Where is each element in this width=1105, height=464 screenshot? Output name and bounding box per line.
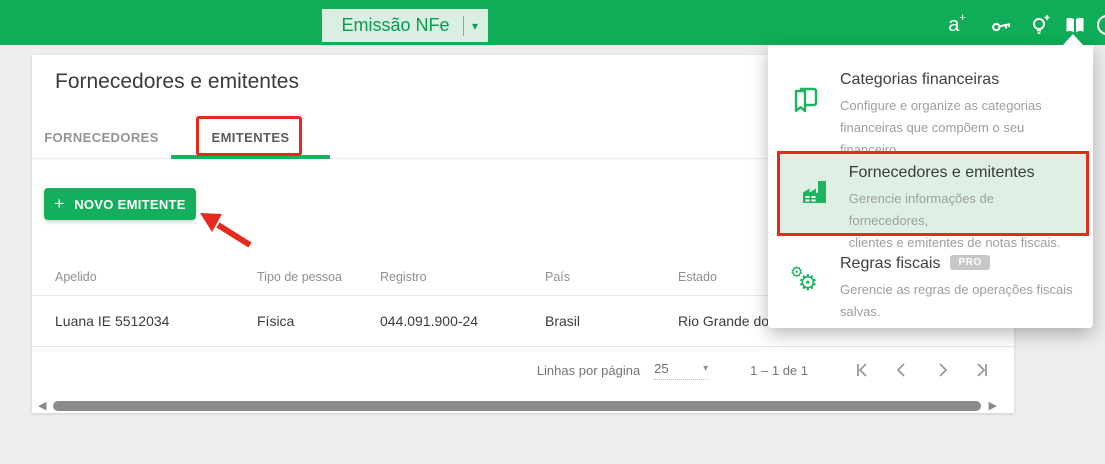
horizontal-scrollbar: ◀ ▶	[32, 399, 1014, 413]
menu-item-description: salvas.	[840, 301, 1079, 323]
pro-badge: PRO	[950, 255, 989, 270]
menu-pointer-notch	[1063, 34, 1083, 45]
scroll-right-icon[interactable]: ▶	[988, 401, 996, 412]
menu-item-title: Fornecedores e emitentes	[849, 164, 1076, 182]
cell-registro: 044.091.900-24	[380, 313, 545, 329]
menu-item-title: Categorias financeiras	[840, 71, 1079, 89]
column-header-registro[interactable]: Registro	[380, 270, 545, 284]
menu-item-regras-fiscais[interactable]: ⚙ ⚙ Regras fiscaisPRO Gerencie as regras…	[768, 241, 1093, 328]
divider	[463, 16, 464, 36]
plus-icon: +	[54, 194, 64, 214]
app-switcher-button[interactable]: Emissão NFe ▾	[322, 9, 488, 42]
invite-icon[interactable]: a+	[944, 12, 970, 38]
app-screen: Emissão NFe ▾ a+	[0, 0, 1105, 464]
scroll-left-icon[interactable]: ◀	[38, 401, 46, 412]
active-tab-indicator	[171, 155, 330, 159]
next-page-button[interactable]	[934, 362, 950, 378]
annotation-arrow	[192, 201, 270, 257]
cell-pais: Brasil	[545, 313, 678, 329]
new-emitente-button[interactable]: + NOVO EMITENTE	[44, 188, 196, 220]
cell-apelido: Luana IE 5512034	[55, 313, 257, 329]
menu-item-description: Gerencie as regras de operações fiscais	[840, 279, 1079, 301]
tab-fornecedores[interactable]: FORNECEDORES	[32, 116, 171, 159]
key-icon[interactable]	[988, 12, 1014, 38]
gears-icon: ⚙ ⚙	[790, 255, 840, 328]
column-header-tipo[interactable]: Tipo de pessoa	[257, 270, 380, 284]
cell-tipo: Física	[257, 313, 380, 329]
menu-item-categorias-financeiras[interactable]: Categorias financeiras Configure e organ…	[768, 57, 1093, 151]
bookmark-icon	[790, 71, 840, 151]
lightbulb-icon[interactable]	[1028, 12, 1054, 38]
app-bar: Emissão NFe ▾ a+	[0, 0, 1105, 45]
last-page-button[interactable]	[974, 362, 990, 378]
chevron-down-icon: ▾	[703, 363, 708, 374]
app-switcher-label: Emissão NFe	[332, 15, 459, 36]
pagination-range: 1 – 1 de 1	[750, 363, 808, 378]
column-header-pais[interactable]: País	[545, 270, 678, 284]
factory-icon	[799, 164, 849, 233]
page-title: Fornecedores e emitentes	[55, 70, 299, 94]
rows-per-page-label: Linhas por página	[537, 363, 640, 378]
scrollbar-thumb[interactable]	[53, 401, 981, 411]
settings-menu-panel: Categorias financeiras Configure e organ…	[768, 45, 1093, 328]
menu-item-fornecedores-emitentes[interactable]: Fornecedores e emitentes Gerencie inform…	[777, 151, 1089, 236]
menu-item-description: Configure e organize as categorias	[840, 95, 1079, 117]
tab-emitentes[interactable]: EMITENTES	[171, 116, 330, 159]
menu-item-title: Regras fiscaisPRO	[840, 255, 1079, 273]
chevron-down-icon[interactable]: ▾	[472, 19, 478, 33]
first-page-button[interactable]	[854, 362, 870, 378]
pagination-bar: Linhas por página 25 ▾ 1 – 1 de 1	[32, 351, 990, 389]
column-header-apelido[interactable]: Apelido	[55, 270, 257, 284]
rows-per-page-value: 25	[654, 361, 668, 376]
rows-per-page-select[interactable]: 25 ▾	[654, 361, 708, 380]
account-icon[interactable]	[1097, 15, 1105, 35]
menu-item-description: Gerencie informações de fornecedores,	[849, 188, 1076, 232]
previous-page-button[interactable]	[894, 362, 910, 378]
